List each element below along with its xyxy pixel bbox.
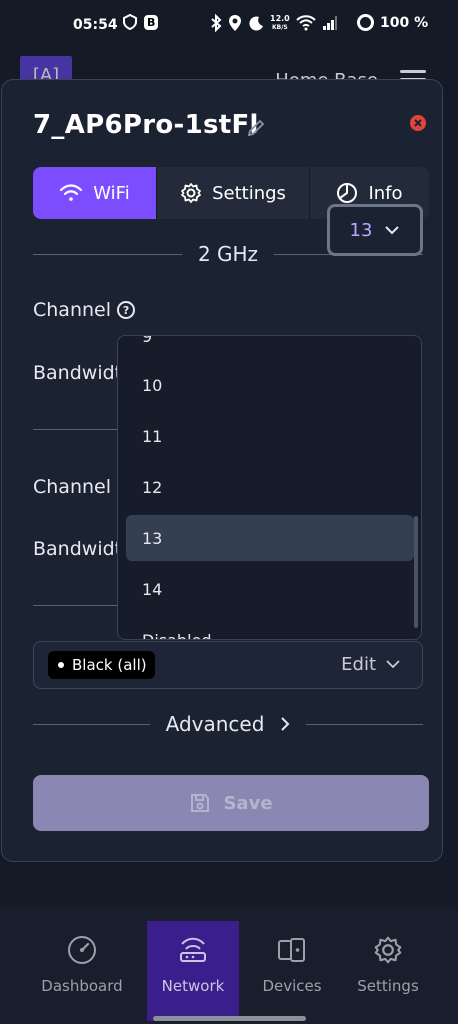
chevron-down-icon <box>385 226 400 235</box>
channel-dropdown: 9 10 11 12 13 14 Disabled <box>117 335 422 640</box>
wifi-icon <box>60 184 83 201</box>
battery-level: 100 % <box>380 14 429 31</box>
nav-network[interactable]: Network <box>147 921 239 1021</box>
divider <box>33 429 123 430</box>
tab-settings-label: Settings <box>212 182 286 204</box>
help-icon[interactable]: ? <box>117 301 136 319</box>
advanced-label: Advanced <box>165 712 265 736</box>
bandwidth-label-5ghz: Bandwidt <box>33 538 123 560</box>
wifi-status-icon <box>296 15 316 31</box>
signal-icon <box>322 16 337 30</box>
tab-wifi[interactable]: WiFi <box>33 167 157 219</box>
channel-option[interactable]: Disabled <box>126 617 414 640</box>
net-speed: 12.0 KB/S <box>270 14 290 31</box>
gear-icon <box>181 183 201 203</box>
band-label: 2 GHz <box>197 242 259 266</box>
nav-dashboard[interactable]: Dashboard <box>36 921 128 1021</box>
gauge-icon <box>68 936 96 964</box>
channel-option[interactable]: 14 <box>126 566 414 612</box>
advanced-toggle[interactable]: Advanced <box>33 712 424 736</box>
tag-selector[interactable]: Black (all) Edit <box>33 641 423 689</box>
tab-info-label: Info <box>368 182 403 204</box>
battery-icon <box>357 14 374 31</box>
gear-icon <box>374 936 402 964</box>
save-button[interactable]: Save <box>33 775 429 831</box>
bottom-nav: Dashboard Network Devices Settings <box>0 907 458 1024</box>
edit-name-icon[interactable] <box>246 118 266 138</box>
channel-option-selected[interactable]: 13 <box>126 515 414 561</box>
screen: 05:54 B 12.0 KB/S 100 % [A] Home Base 7_… <box>0 0 458 1024</box>
channel-option[interactable]: 9 <box>126 336 414 359</box>
close-icon <box>414 119 422 127</box>
shield-heart-icon <box>123 14 137 30</box>
nav-settings[interactable]: Settings <box>342 921 434 1021</box>
location-icon <box>229 15 241 31</box>
channel-select[interactable]: 13 <box>327 204 423 256</box>
channel-option[interactable]: 10 <box>126 362 414 408</box>
status-time: 05:54 <box>73 17 118 33</box>
pie-chart-icon <box>337 183 358 203</box>
tab-wifi-label: WiFi <box>93 182 130 204</box>
channel-option[interactable]: 11 <box>126 413 414 459</box>
edit-tags-button[interactable]: Edit <box>341 654 400 675</box>
dropdown-scrollbar[interactable] <box>414 516 418 628</box>
channel-option[interactable]: 12 <box>126 464 414 510</box>
tag-chip: Black (all) <box>48 651 155 679</box>
close-button[interactable] <box>410 115 426 131</box>
channel-label-5ghz: Channel <box>33 476 112 498</box>
bluetooth-icon <box>211 14 222 32</box>
status-bar: 05:54 B 12.0 KB/S 100 % <box>0 0 458 52</box>
home-indicator[interactable] <box>153 1016 306 1021</box>
router-icon <box>180 937 206 962</box>
b-badge: B <box>144 14 159 30</box>
channel-value: 13 <box>349 219 373 241</box>
modal-title: 7_AP6Pro-1stFl <box>33 110 259 140</box>
devices-icon <box>278 938 305 962</box>
chevron-right-icon <box>281 717 290 731</box>
nav-devices[interactable]: Devices <box>246 921 338 1021</box>
bandwidth-label: Bandwidt <box>33 362 123 384</box>
tab-settings[interactable]: Settings <box>157 167 310 219</box>
tag-dot <box>58 662 64 668</box>
moon-icon <box>249 16 263 31</box>
channel-label: Channel ? <box>33 299 136 321</box>
floppy-disk-icon <box>191 794 210 812</box>
chevron-down-icon <box>386 660 400 669</box>
divider <box>33 605 123 606</box>
